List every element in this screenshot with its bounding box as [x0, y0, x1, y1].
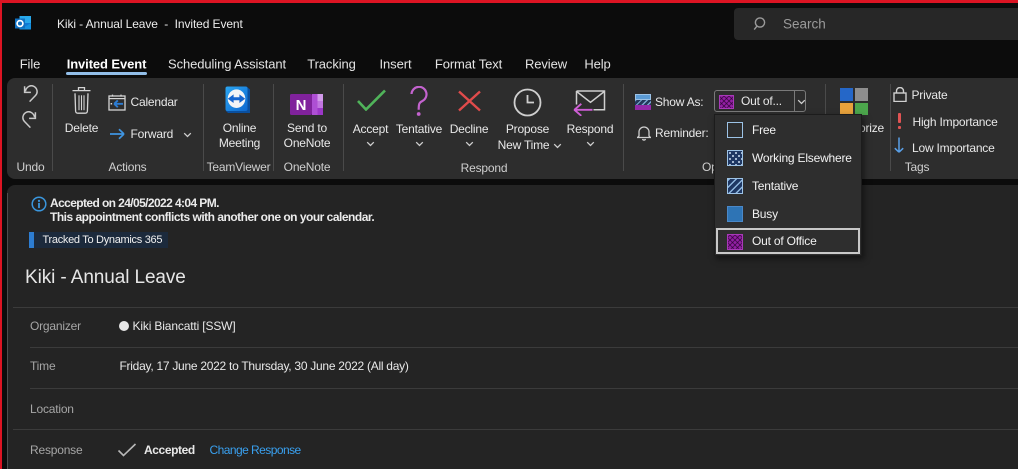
svg-text:N: N: [296, 97, 307, 114]
